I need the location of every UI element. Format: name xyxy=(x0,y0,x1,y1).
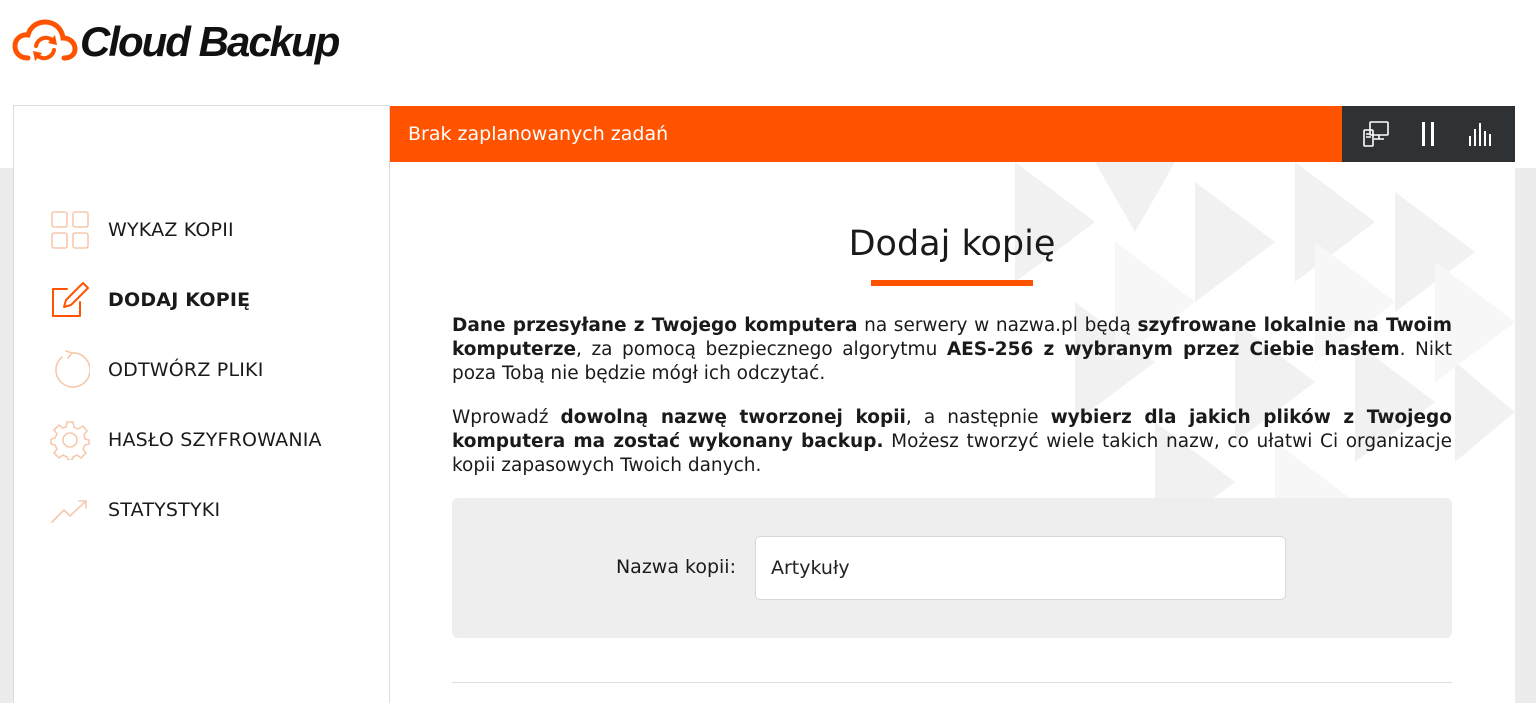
backup-name-input[interactable] xyxy=(755,536,1286,600)
cloud-sync-icon xyxy=(12,19,78,61)
info-paragraph-1: Dane przesyłane z Twojego komputera na s… xyxy=(452,314,1452,386)
divider xyxy=(452,682,1452,683)
sidebar-item-label: STATYSTYKI xyxy=(108,499,221,521)
sidebar-item-label: HASŁO SZYFROWANIA xyxy=(108,429,322,451)
sidebar-item-haslo-szyfrowania[interactable]: HASŁO SZYFROWANIA xyxy=(50,418,370,462)
sidebar-item-odtworz-pliki[interactable]: ODTWÓRZ PLIKI xyxy=(50,348,370,392)
main-panel: Brak zaplanowanych zadań Dodaj kopię Dan… xyxy=(390,105,1515,703)
gear-icon xyxy=(50,421,90,460)
grid-icon xyxy=(51,211,89,249)
sidebar-item-dodaj-kopie[interactable]: DODAJ KOPIĘ xyxy=(50,278,370,322)
para2-seg-2: , a następnie xyxy=(905,407,1051,428)
para1-seg-4: AES-256 z wybranym przez Ciebie hasłem xyxy=(946,339,1400,360)
page: Cloud Backup WYKAZ KOPII DODAJ KOPIĘ ODT… xyxy=(0,0,1536,703)
sidebar-item-wykaz-kopii[interactable]: WYKAZ KOPII xyxy=(50,208,370,252)
toolbar xyxy=(1342,106,1515,162)
pause-icon xyxy=(1422,122,1435,146)
para2-seg-1: dowolną nazwę tworzonej kopii xyxy=(560,407,906,428)
restore-icon xyxy=(55,350,90,388)
backup-name-form: Nazwa kopii: xyxy=(452,498,1452,638)
chart-line-icon xyxy=(51,500,87,523)
info-paragraph-2: Wprowadź dowolną nazwę tworzonej kopii, … xyxy=(452,406,1452,478)
para2-seg-0: Wprowadź xyxy=(452,407,561,428)
logo-text: Cloud Backup xyxy=(80,18,340,65)
page-title: Dodaj kopię xyxy=(848,224,1056,264)
sidebar: WYKAZ KOPII DODAJ KOPIĘ ODTWÓRZ PLIKI HA… xyxy=(13,105,390,703)
sidebar-item-label: DODAJ KOPIĘ xyxy=(108,289,251,311)
pause-button[interactable] xyxy=(1412,118,1444,150)
sidebar-item-statystyki[interactable]: STATYSTYKI xyxy=(50,488,370,532)
backup-name-label: Nazwa kopii: xyxy=(615,556,736,578)
sidebar-item-label: WYKAZ KOPII xyxy=(108,219,234,241)
computer-button[interactable] xyxy=(1360,118,1392,150)
para1-seg-0: Dane przesyłane z Twojego komputera xyxy=(452,315,858,336)
statistics-button[interactable] xyxy=(1465,118,1497,150)
bar-chart-icon xyxy=(1468,123,1491,146)
sidebar-item-label: ODTWÓRZ PLIKI xyxy=(108,359,264,381)
edit-icon xyxy=(52,282,89,317)
para1-seg-1: na serwery w nazwa.pl będą xyxy=(857,315,1138,336)
computer-icon xyxy=(1363,121,1389,147)
content: Dodaj kopię Dane przesyłane z Twojego ko… xyxy=(452,162,1452,683)
status-message: Brak zaplanowanych zadań xyxy=(390,106,1342,162)
title-underline xyxy=(871,280,1033,286)
top-bar: Brak zaplanowanych zadań xyxy=(390,106,1515,162)
para1-seg-3: , za pomocą bezpiecznego algorytmu xyxy=(576,339,947,360)
app-logo[interactable]: Cloud Backup xyxy=(12,14,340,70)
